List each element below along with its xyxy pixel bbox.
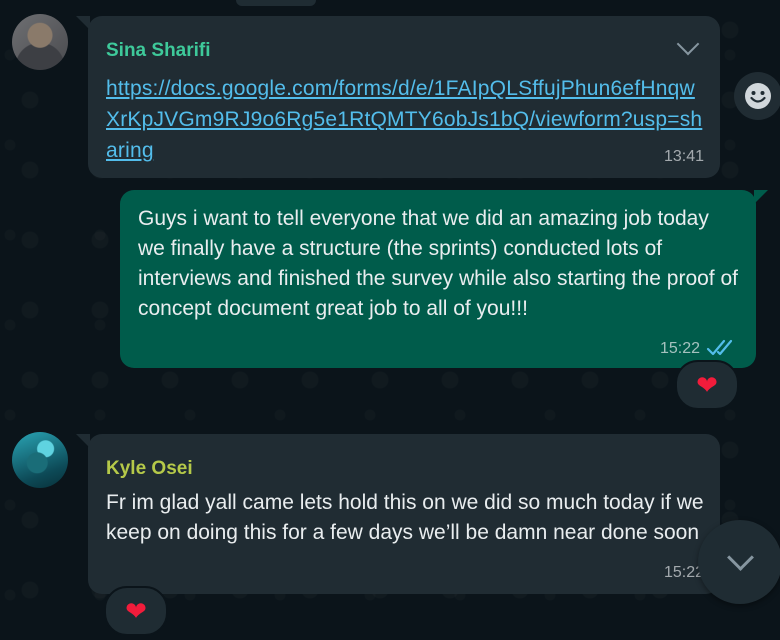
- message-bubble-kyle[interactable]: Kyle Osei Fr im glad yall came lets hold…: [88, 434, 720, 594]
- heart-reaction[interactable]: ❤: [104, 586, 168, 636]
- scroll-to-bottom-button[interactable]: [698, 520, 780, 604]
- message-bubble-sina[interactable]: Sina Sharifi https://docs.google.com/for…: [88, 16, 720, 178]
- emoji-icon: [745, 83, 771, 109]
- form-link[interactable]: https://docs.google.com/forms/d/e/1FAIpQ…: [106, 73, 706, 166]
- emoji-reaction-button[interactable]: [734, 72, 780, 120]
- message-bubble-outgoing[interactable]: Guys i want to tell everyone that we did…: [120, 190, 756, 368]
- double-check-icon: [706, 339, 733, 356]
- message-time: 13:41: [663, 148, 704, 165]
- message-text: Guys i want to tell everyone that we did…: [138, 207, 738, 320]
- kyle-avatar[interactable]: [12, 432, 68, 488]
- message-time: 15:22: [659, 340, 700, 357]
- sender-name[interactable]: Sina Sharifi: [106, 40, 211, 62]
- heart-icon: ❤: [125, 595, 147, 626]
- chevron-down-icon[interactable]: [676, 32, 700, 56]
- previous-message-edge: [236, 0, 316, 6]
- chevron-down-icon: [727, 544, 754, 571]
- heart-reaction[interactable]: ❤: [675, 360, 739, 410]
- sender-name[interactable]: Kyle Osei: [106, 458, 193, 480]
- bubble-tail: [754, 190, 768, 204]
- message-text: Fr im glad yall came lets hold this on w…: [106, 491, 704, 544]
- sina-avatar[interactable]: [12, 14, 68, 70]
- heart-icon: ❤: [696, 369, 718, 400]
